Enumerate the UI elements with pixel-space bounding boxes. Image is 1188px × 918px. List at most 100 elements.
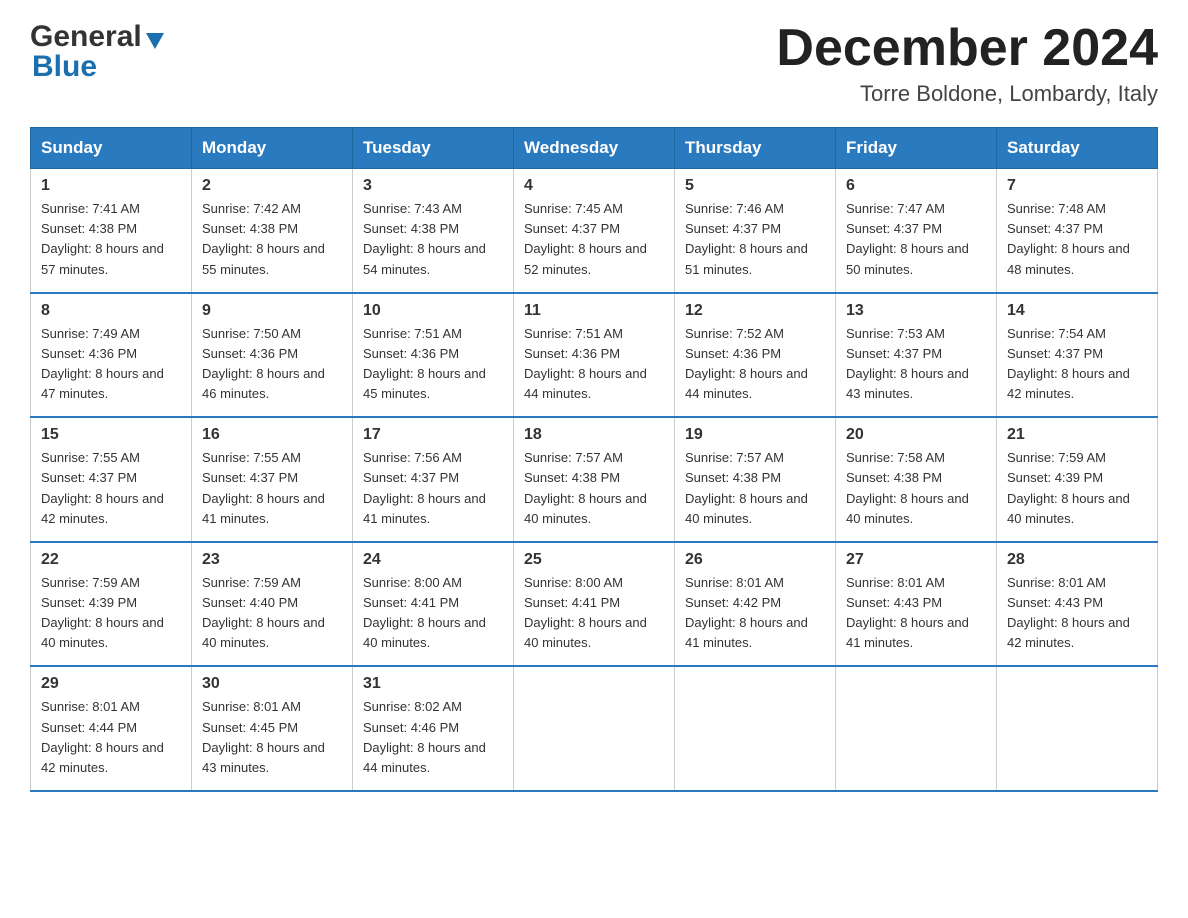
day-number: 19 [685, 426, 825, 444]
calendar-cell: 6 Sunrise: 7:47 AMSunset: 4:37 PMDayligh… [836, 169, 997, 293]
calendar-cell: 12 Sunrise: 7:52 AMSunset: 4:36 PMDaylig… [675, 293, 836, 418]
weekday-header-row: SundayMondayTuesdayWednesdayThursdayFrid… [31, 128, 1158, 169]
day-info: Sunrise: 8:01 AMSunset: 4:44 PMDaylight:… [41, 697, 181, 778]
calendar-cell: 19 Sunrise: 7:57 AMSunset: 4:38 PMDaylig… [675, 417, 836, 542]
day-number: 21 [1007, 426, 1147, 444]
day-info: Sunrise: 7:48 AMSunset: 4:37 PMDaylight:… [1007, 199, 1147, 280]
calendar-cell: 17 Sunrise: 7:56 AMSunset: 4:37 PMDaylig… [353, 417, 514, 542]
calendar-cell: 15 Sunrise: 7:55 AMSunset: 4:37 PMDaylig… [31, 417, 192, 542]
week-row-2: 8 Sunrise: 7:49 AMSunset: 4:36 PMDayligh… [31, 293, 1158, 418]
header-tuesday: Tuesday [353, 128, 514, 169]
day-info: Sunrise: 7:50 AMSunset: 4:36 PMDaylight:… [202, 324, 342, 405]
week-row-4: 22 Sunrise: 7:59 AMSunset: 4:39 PMDaylig… [31, 542, 1158, 667]
day-info: Sunrise: 7:55 AMSunset: 4:37 PMDaylight:… [41, 448, 181, 529]
day-info: Sunrise: 7:43 AMSunset: 4:38 PMDaylight:… [363, 199, 503, 280]
logo-arrow-icon [146, 33, 164, 49]
calendar-cell: 22 Sunrise: 7:59 AMSunset: 4:39 PMDaylig… [31, 542, 192, 667]
calendar-table: SundayMondayTuesdayWednesdayThursdayFrid… [30, 127, 1158, 792]
calendar-cell: 13 Sunrise: 7:53 AMSunset: 4:37 PMDaylig… [836, 293, 997, 418]
logo-blue-text: Blue [32, 50, 97, 84]
day-number: 13 [846, 302, 986, 320]
month-title: December 2024 [776, 20, 1158, 77]
calendar-cell: 25 Sunrise: 8:00 AMSunset: 4:41 PMDaylig… [514, 542, 675, 667]
day-info: Sunrise: 8:00 AMSunset: 4:41 PMDaylight:… [363, 573, 503, 654]
day-number: 26 [685, 551, 825, 569]
day-info: Sunrise: 7:42 AMSunset: 4:38 PMDaylight:… [202, 199, 342, 280]
day-info: Sunrise: 7:51 AMSunset: 4:36 PMDaylight:… [363, 324, 503, 405]
calendar-cell: 14 Sunrise: 7:54 AMSunset: 4:37 PMDaylig… [997, 293, 1158, 418]
header-sunday: Sunday [31, 128, 192, 169]
day-number: 28 [1007, 551, 1147, 569]
day-number: 10 [363, 302, 503, 320]
day-number: 29 [41, 675, 181, 693]
calendar-cell: 18 Sunrise: 7:57 AMSunset: 4:38 PMDaylig… [514, 417, 675, 542]
day-number: 25 [524, 551, 664, 569]
calendar-cell: 5 Sunrise: 7:46 AMSunset: 4:37 PMDayligh… [675, 169, 836, 293]
calendar-cell: 8 Sunrise: 7:49 AMSunset: 4:36 PMDayligh… [31, 293, 192, 418]
day-info: Sunrise: 7:57 AMSunset: 4:38 PMDaylight:… [685, 448, 825, 529]
day-number: 14 [1007, 302, 1147, 320]
day-number: 9 [202, 302, 342, 320]
title-block: December 2024 Torre Boldone, Lombardy, I… [776, 20, 1158, 107]
day-info: Sunrise: 7:59 AMSunset: 4:40 PMDaylight:… [202, 573, 342, 654]
day-number: 2 [202, 177, 342, 195]
day-number: 12 [685, 302, 825, 320]
day-info: Sunrise: 7:51 AMSunset: 4:36 PMDaylight:… [524, 324, 664, 405]
calendar-cell: 27 Sunrise: 8:01 AMSunset: 4:43 PMDaylig… [836, 542, 997, 667]
calendar-cell: 24 Sunrise: 8:00 AMSunset: 4:41 PMDaylig… [353, 542, 514, 667]
calendar-cell: 3 Sunrise: 7:43 AMSunset: 4:38 PMDayligh… [353, 169, 514, 293]
calendar-cell: 2 Sunrise: 7:42 AMSunset: 4:38 PMDayligh… [192, 169, 353, 293]
day-number: 31 [363, 675, 503, 693]
page-header: General Blue December 2024 Torre Boldone… [30, 20, 1158, 107]
day-info: Sunrise: 7:52 AMSunset: 4:36 PMDaylight:… [685, 324, 825, 405]
calendar-cell: 29 Sunrise: 8:01 AMSunset: 4:44 PMDaylig… [31, 666, 192, 791]
calendar-cell [836, 666, 997, 791]
day-info: Sunrise: 7:53 AMSunset: 4:37 PMDaylight:… [846, 324, 986, 405]
header-friday: Friday [836, 128, 997, 169]
day-number: 22 [41, 551, 181, 569]
calendar-cell: 20 Sunrise: 7:58 AMSunset: 4:38 PMDaylig… [836, 417, 997, 542]
day-info: Sunrise: 7:59 AMSunset: 4:39 PMDaylight:… [41, 573, 181, 654]
header-monday: Monday [192, 128, 353, 169]
day-info: Sunrise: 7:59 AMSunset: 4:39 PMDaylight:… [1007, 448, 1147, 529]
day-number: 3 [363, 177, 503, 195]
calendar-cell [675, 666, 836, 791]
location-subtitle: Torre Boldone, Lombardy, Italy [776, 81, 1158, 107]
week-row-3: 15 Sunrise: 7:55 AMSunset: 4:37 PMDaylig… [31, 417, 1158, 542]
calendar-cell: 16 Sunrise: 7:55 AMSunset: 4:37 PMDaylig… [192, 417, 353, 542]
calendar-cell: 9 Sunrise: 7:50 AMSunset: 4:36 PMDayligh… [192, 293, 353, 418]
day-number: 5 [685, 177, 825, 195]
day-number: 17 [363, 426, 503, 444]
calendar-cell: 30 Sunrise: 8:01 AMSunset: 4:45 PMDaylig… [192, 666, 353, 791]
logo-general-text: General [30, 20, 142, 54]
calendar-cell: 10 Sunrise: 7:51 AMSunset: 4:36 PMDaylig… [353, 293, 514, 418]
calendar-cell: 26 Sunrise: 8:01 AMSunset: 4:42 PMDaylig… [675, 542, 836, 667]
header-wednesday: Wednesday [514, 128, 675, 169]
calendar-cell: 23 Sunrise: 7:59 AMSunset: 4:40 PMDaylig… [192, 542, 353, 667]
calendar-cell: 11 Sunrise: 7:51 AMSunset: 4:36 PMDaylig… [514, 293, 675, 418]
calendar-cell [997, 666, 1158, 791]
day-info: Sunrise: 7:58 AMSunset: 4:38 PMDaylight:… [846, 448, 986, 529]
calendar-cell: 4 Sunrise: 7:45 AMSunset: 4:37 PMDayligh… [514, 169, 675, 293]
day-info: Sunrise: 8:01 AMSunset: 4:43 PMDaylight:… [1007, 573, 1147, 654]
day-info: Sunrise: 7:55 AMSunset: 4:37 PMDaylight:… [202, 448, 342, 529]
day-info: Sunrise: 8:01 AMSunset: 4:42 PMDaylight:… [685, 573, 825, 654]
calendar-cell: 7 Sunrise: 7:48 AMSunset: 4:37 PMDayligh… [997, 169, 1158, 293]
calendar-cell [514, 666, 675, 791]
day-number: 18 [524, 426, 664, 444]
day-number: 24 [363, 551, 503, 569]
day-info: Sunrise: 7:47 AMSunset: 4:37 PMDaylight:… [846, 199, 986, 280]
day-number: 1 [41, 177, 181, 195]
day-info: Sunrise: 7:57 AMSunset: 4:38 PMDaylight:… [524, 448, 664, 529]
day-number: 16 [202, 426, 342, 444]
day-number: 30 [202, 675, 342, 693]
week-row-1: 1 Sunrise: 7:41 AMSunset: 4:38 PMDayligh… [31, 169, 1158, 293]
day-number: 27 [846, 551, 986, 569]
day-number: 15 [41, 426, 181, 444]
calendar-cell: 21 Sunrise: 7:59 AMSunset: 4:39 PMDaylig… [997, 417, 1158, 542]
day-info: Sunrise: 8:01 AMSunset: 4:45 PMDaylight:… [202, 697, 342, 778]
day-info: Sunrise: 7:45 AMSunset: 4:37 PMDaylight:… [524, 199, 664, 280]
day-number: 4 [524, 177, 664, 195]
calendar-cell: 31 Sunrise: 8:02 AMSunset: 4:46 PMDaylig… [353, 666, 514, 791]
day-number: 7 [1007, 177, 1147, 195]
